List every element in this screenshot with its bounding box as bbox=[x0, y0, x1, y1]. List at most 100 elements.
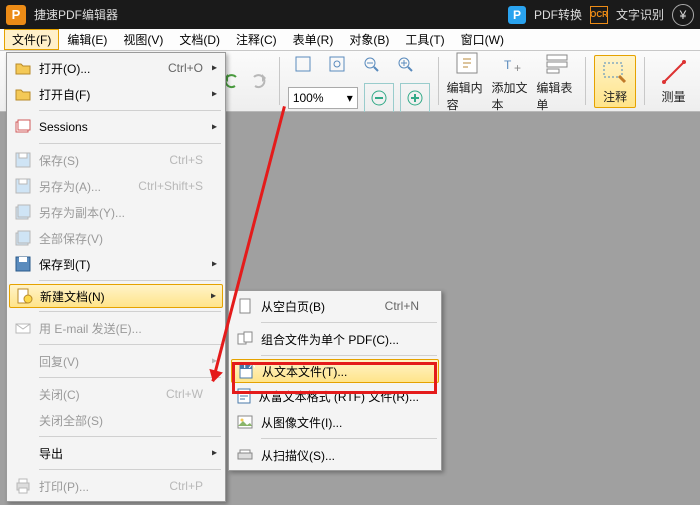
submenu-from-blank[interactable]: 从空白页(B) Ctrl+N bbox=[231, 293, 439, 319]
menu-comment[interactable]: 注释(C) bbox=[228, 29, 285, 50]
menu-revert: 回复(V)▸ bbox=[9, 348, 223, 374]
menu-open-from-label: 打开自(F) bbox=[37, 86, 203, 103]
save-icon bbox=[14, 151, 32, 169]
submenu-from-text-label: 从文本文件(T)... bbox=[260, 363, 418, 380]
submenu-from-scanner-label: 从扫描仪(S)... bbox=[259, 447, 419, 464]
blank-page-icon bbox=[236, 297, 254, 315]
zoom-in-icon[interactable] bbox=[390, 49, 420, 79]
menu-save-to[interactable]: 保存到(T)▸ bbox=[9, 251, 223, 277]
submenu-from-image-label: 从图像文件(I)... bbox=[259, 414, 419, 431]
new-doc-icon bbox=[15, 287, 33, 305]
menu-email: 用 E-mail 发送(E)... bbox=[9, 315, 223, 341]
submenu-from-rtf-label: 从富文本格式 (RTF) 文件(R)... bbox=[257, 388, 419, 405]
submenu-combine-label: 组合文件为单个 PDF(C)... bbox=[259, 331, 419, 348]
menu-save-to-label: 保存到(T) bbox=[37, 256, 203, 273]
menu-close: 关闭(C) Ctrl+W bbox=[9, 381, 223, 407]
menu-open-label: 打开(O)... bbox=[37, 60, 138, 77]
menu-export[interactable]: 导出▸ bbox=[9, 440, 223, 466]
menu-new-document-label: 新建文档(N) bbox=[38, 288, 202, 305]
svg-text:+: + bbox=[514, 61, 521, 75]
menu-save: 保存(S) Ctrl+S bbox=[9, 147, 223, 173]
menu-save-all-label: 全部保存(V) bbox=[37, 230, 203, 247]
menu-open-from[interactable]: 打开自(F)▸ bbox=[9, 81, 223, 107]
zoom-out-icon[interactable] bbox=[356, 49, 386, 79]
pdf-convert-label[interactable]: PDF转换 bbox=[534, 6, 582, 23]
annotate-label: 注释 bbox=[603, 88, 627, 105]
save-copy-icon bbox=[14, 203, 32, 221]
menu-sessions[interactable]: Sessions▸ bbox=[9, 114, 223, 140]
menu-sessions-label: Sessions bbox=[37, 120, 203, 134]
edit-content-button[interactable]: 编辑内容 bbox=[447, 49, 488, 113]
menu-file[interactable]: 文件(F) bbox=[4, 29, 59, 50]
menu-save-as: 另存为(A)... Ctrl+Shift+S bbox=[9, 173, 223, 199]
folder-icon bbox=[14, 85, 32, 103]
menu-save-as-label: 另存为(A)... bbox=[37, 178, 108, 195]
zoom-minus-button[interactable] bbox=[364, 83, 394, 113]
zoom-plus-button[interactable] bbox=[400, 83, 430, 113]
menu-export-label: 导出 bbox=[37, 445, 203, 462]
menu-close-shortcut: Ctrl+W bbox=[166, 387, 203, 401]
ocr-label[interactable]: 文字识别 bbox=[616, 6, 664, 23]
menu-close-label: 关闭(C) bbox=[37, 386, 136, 403]
submenu-combine[interactable]: 组合文件为单个 PDF(C)... bbox=[231, 326, 439, 352]
menu-save-as-shortcut: Ctrl+Shift+S bbox=[138, 179, 203, 193]
edit-form-label: 编辑表单 bbox=[536, 79, 577, 113]
combine-icon bbox=[236, 330, 254, 348]
txt-file-icon: TXT bbox=[237, 362, 255, 380]
add-text-label: 添加文本 bbox=[492, 79, 533, 113]
zoom-value: 100% bbox=[293, 91, 324, 105]
folder-open-icon bbox=[14, 59, 32, 77]
submenu-from-image[interactable]: 从图像文件(I)... bbox=[231, 409, 439, 435]
menu-document[interactable]: 文档(D) bbox=[171, 29, 228, 50]
add-text-button[interactable]: T+ 添加文本 bbox=[492, 49, 533, 113]
save-as-icon bbox=[14, 177, 32, 195]
edit-content-label: 编辑内容 bbox=[447, 79, 488, 113]
zoom-input[interactable]: 100%▾ bbox=[288, 87, 358, 109]
submenu-from-scanner[interactable]: 从扫描仪(S)... bbox=[231, 442, 439, 468]
submenu-from-rtf[interactable]: 从富文本格式 (RTF) 文件(R)... bbox=[231, 383, 439, 409]
menu-print-label: 打印(P)... bbox=[37, 478, 139, 495]
menu-form[interactable]: 表单(R) bbox=[285, 29, 342, 50]
image-file-icon bbox=[236, 413, 254, 431]
rtf-file-icon bbox=[235, 387, 253, 405]
measure-label: 测量 bbox=[662, 88, 686, 105]
measure-button[interactable]: 测量 bbox=[653, 58, 694, 105]
annotate-button[interactable]: 注释 bbox=[594, 55, 636, 108]
menu-save-shortcut: Ctrl+S bbox=[169, 153, 203, 167]
save-all-icon bbox=[14, 229, 32, 247]
menu-new-document[interactable]: 新建文档(N)▸ bbox=[9, 284, 223, 308]
submenu-from-blank-shortcut: Ctrl+N bbox=[385, 299, 419, 313]
menu-save-copy-label: 另存为副本(Y)... bbox=[37, 204, 203, 221]
pdf-convert-icon[interactable]: P bbox=[508, 6, 526, 24]
save-to-icon bbox=[14, 255, 32, 273]
edit-form-button[interactable]: 编辑表单 bbox=[536, 49, 577, 113]
svg-text:TXT: TXT bbox=[241, 362, 255, 371]
scanner-icon bbox=[236, 446, 254, 464]
ocr-icon[interactable]: OCR bbox=[590, 6, 608, 24]
menu-revert-label: 回复(V) bbox=[37, 353, 203, 370]
menu-print-shortcut: Ctrl+P bbox=[169, 479, 203, 493]
menu-tool[interactable]: 工具(T) bbox=[397, 29, 452, 50]
submenu-from-blank-label: 从空白页(B) bbox=[259, 298, 355, 315]
svg-text:T: T bbox=[504, 58, 512, 72]
titlebar: P 捷速PDF编辑器 P PDF转换 OCR 文字识别 ¥ bbox=[0, 0, 700, 29]
currency-icon[interactable]: ¥ bbox=[672, 4, 694, 26]
new-document-submenu: 从空白页(B) Ctrl+N 组合文件为单个 PDF(C)... TXT 从文本文件… bbox=[228, 290, 442, 471]
menu-open[interactable]: 打开(O)...Ctrl+O▸ bbox=[9, 55, 223, 81]
menu-object[interactable]: 对象(B) bbox=[341, 29, 397, 50]
submenu-from-text[interactable]: TXT 从文本文件(T)... bbox=[231, 359, 439, 383]
zoom-actual-icon[interactable] bbox=[322, 49, 352, 79]
menu-save-copy: 另存为副本(Y)... bbox=[9, 199, 223, 225]
menu-window[interactable]: 窗口(W) bbox=[453, 29, 512, 50]
zoom-fit-icon[interactable] bbox=[288, 49, 318, 79]
print-icon bbox=[14, 477, 32, 495]
sessions-icon bbox=[14, 118, 32, 136]
menu-view[interactable]: 视图(V) bbox=[115, 29, 171, 50]
redo-icon[interactable] bbox=[247, 66, 271, 96]
menu-open-shortcut: Ctrl+O bbox=[168, 61, 203, 75]
menu-print: 打印(P)... Ctrl+P bbox=[9, 473, 223, 499]
menu-save-all: 全部保存(V) bbox=[9, 225, 223, 251]
menu-edit[interactable]: 编辑(E) bbox=[59, 29, 115, 50]
menu-save-label: 保存(S) bbox=[37, 152, 139, 169]
file-menu-dropdown: 打开(O)...Ctrl+O▸ 打开自(F)▸ Sessions▸ 保存(S)C… bbox=[6, 52, 226, 502]
